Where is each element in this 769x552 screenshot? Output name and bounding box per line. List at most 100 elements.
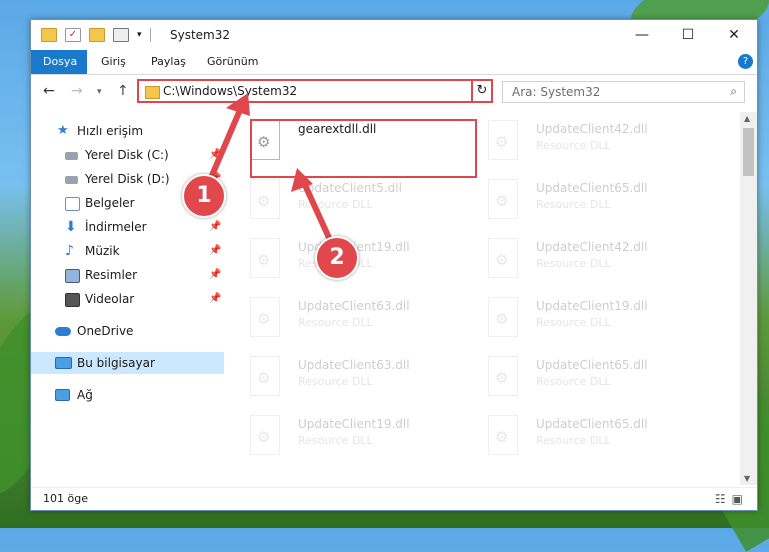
file-item[interactable]: UpdateClient5.dll Resource DLL [226,175,451,225]
new-folder-icon[interactable] [89,28,105,42]
tab-file[interactable]: Dosya [31,50,87,74]
tab-share[interactable]: Paylaş [139,50,198,74]
dll-file-icon [250,238,280,278]
file-name: UpdateClient63.dll [298,358,410,372]
divider [149,28,151,42]
file-name: UpdateClient65.dll [536,181,648,195]
sidebar-item-downloads[interactable]: ⬇ İndirmeler 📌 [31,216,224,238]
up-arrow-icon[interactable]: ↑ [117,83,129,99]
dll-file-icon [250,356,280,396]
scroll-down-icon[interactable]: ▼ [744,474,750,483]
search-placeholder: Ara: System32 [512,85,601,99]
search-icon[interactable]: ⌕ [730,84,737,99]
file-item[interactable]: UpdateClient65.dll Resource DLL [464,411,689,461]
vertical-scrollbar[interactable]: ▲ ▼ [740,112,757,485]
file-type: Resource DLL [536,198,611,211]
file-name: UpdateClient63.dll [298,299,410,313]
sidebar-item-label: Yerel Disk (D:) [85,172,170,186]
close-button[interactable]: ✕ [711,20,757,50]
dll-file-icon [488,297,518,337]
dll-file-icon [488,415,518,455]
file-name: UpdateClient65.dll [536,417,648,431]
file-item[interactable]: UpdateClient42.dll Resource DLL [464,116,689,166]
properties-icon[interactable]: ✓ [65,28,81,42]
dll-file-icon [250,297,280,337]
pin-icon[interactable]: 📌 [209,144,221,166]
drive-icon [65,176,78,184]
dll-file-icon [488,120,518,160]
search-input[interactable]: Ara: System32 ⌕ [502,81,745,103]
sidebar-item-videos[interactable]: Videolar 📌 [31,288,224,310]
music-icon: ♪ [65,243,74,259]
file-name: UpdateClient19.dll [536,299,648,313]
dll-file-icon [488,179,518,219]
file-type: Resource DLL [536,375,611,388]
star-icon: ★ [57,123,69,138]
sidebar-item-label: Bu bilgisayar [77,356,155,370]
status-bar: 101 öge ☷▣ [31,487,757,510]
file-type: Resource DLL [298,198,373,211]
file-type: Resource DLL [536,257,611,270]
forward-arrow-icon[interactable]: → [71,83,83,99]
details-view-icon[interactable]: ☷ [715,492,732,506]
recent-locations-icon[interactable]: ▾ [97,87,102,97]
file-highlight-box [250,119,477,178]
maximize-button[interactable]: ☐ [665,20,711,50]
refresh-icon: ↻ [476,83,488,98]
download-icon: ⬇ [65,219,77,235]
drive-icon [65,152,78,160]
callout-badge-2: 2 [315,236,359,280]
help-button[interactable]: ? [738,54,753,69]
pin-icon[interactable]: 📌 [209,288,221,310]
sidebar-item-pictures[interactable]: Resimler 📌 [31,264,224,286]
sidebar-item-label: Hızlı erişim [77,124,144,138]
file-item[interactable]: UpdateClient42.dll Resource DLL [464,234,689,284]
navigation-pane: ★ Hızlı erişim Yerel Disk (C:) 📌 Yerel D… [31,112,224,467]
file-item[interactable]: UpdateClient19.dll Resource DLL [464,293,689,343]
minimize-button[interactable]: — [619,20,665,50]
customize-icon[interactable] [113,28,129,42]
tab-view[interactable]: Görünüm [195,50,270,74]
large-icons-view-icon[interactable]: ▣ [732,492,749,506]
pin-icon[interactable]: 📌 [209,264,221,286]
title-bar: ✓ ▾ System32 — ☐ ✕ [31,20,757,50]
folder-icon[interactable] [41,28,57,42]
ribbon-tabs: Dosya Giriş Paylaş Görünüm ? [31,50,757,75]
documents-icon [65,197,80,211]
file-type: Resource DLL [536,139,611,152]
sidebar-item-network[interactable]: Ağ [31,384,224,406]
scroll-up-icon[interactable]: ▲ [744,114,750,123]
refresh-button[interactable]: ↻ [471,79,493,103]
file-type: Resource DLL [298,375,373,388]
tab-home[interactable]: Giriş [89,50,138,74]
dll-file-icon [250,179,280,219]
address-path: C:\Windows\System32 [163,84,298,98]
sidebar-item-label: Belgeler [85,196,135,210]
file-type: Resource DLL [536,434,611,447]
network-icon [55,389,70,401]
sidebar-item-label: İndirmeler [85,220,147,234]
view-toggle: ☷▣ [715,492,749,506]
window-title: System32 [170,28,231,42]
file-item[interactable]: UpdateClient63.dll Resource DLL [226,293,451,343]
quick-access-toolbar: ✓ ▾ [41,27,151,43]
file-item[interactable]: UpdateClient65.dll Resource DLL [464,175,689,225]
address-bar[interactable]: C:\Windows\System32 ⌄ [137,79,491,103]
callout-badge-1: 1 [182,174,226,218]
scrollbar-thumb[interactable] [743,128,754,176]
sidebar-item-disk-c[interactable]: Yerel Disk (C:) 📌 [31,144,224,166]
sidebar-item-music[interactable]: ♪ Müzik 📌 [31,240,224,262]
back-arrow-icon[interactable]: ← [43,83,55,99]
sidebar-item-onedrive[interactable]: OneDrive [31,320,224,342]
file-item[interactable]: UpdateClient63.dll Resource DLL [226,352,451,402]
chevron-down-icon[interactable]: ▾ [137,30,142,40]
sidebar-item-quick-access[interactable]: ★ Hızlı erişim [31,120,224,142]
file-item[interactable]: UpdateClient65.dll Resource DLL [464,352,689,402]
sidebar-item-label: Resimler [85,268,138,282]
pin-icon[interactable]: 📌 [209,216,221,238]
sidebar-item-this-pc[interactable]: Bu bilgisayar [31,352,224,374]
sidebar-item-label: OneDrive [77,324,134,338]
file-name: UpdateClient42.dll [536,240,648,254]
pin-icon[interactable]: 📌 [209,240,221,262]
file-item[interactable]: UpdateClient19.dll Resource DLL [226,411,451,461]
